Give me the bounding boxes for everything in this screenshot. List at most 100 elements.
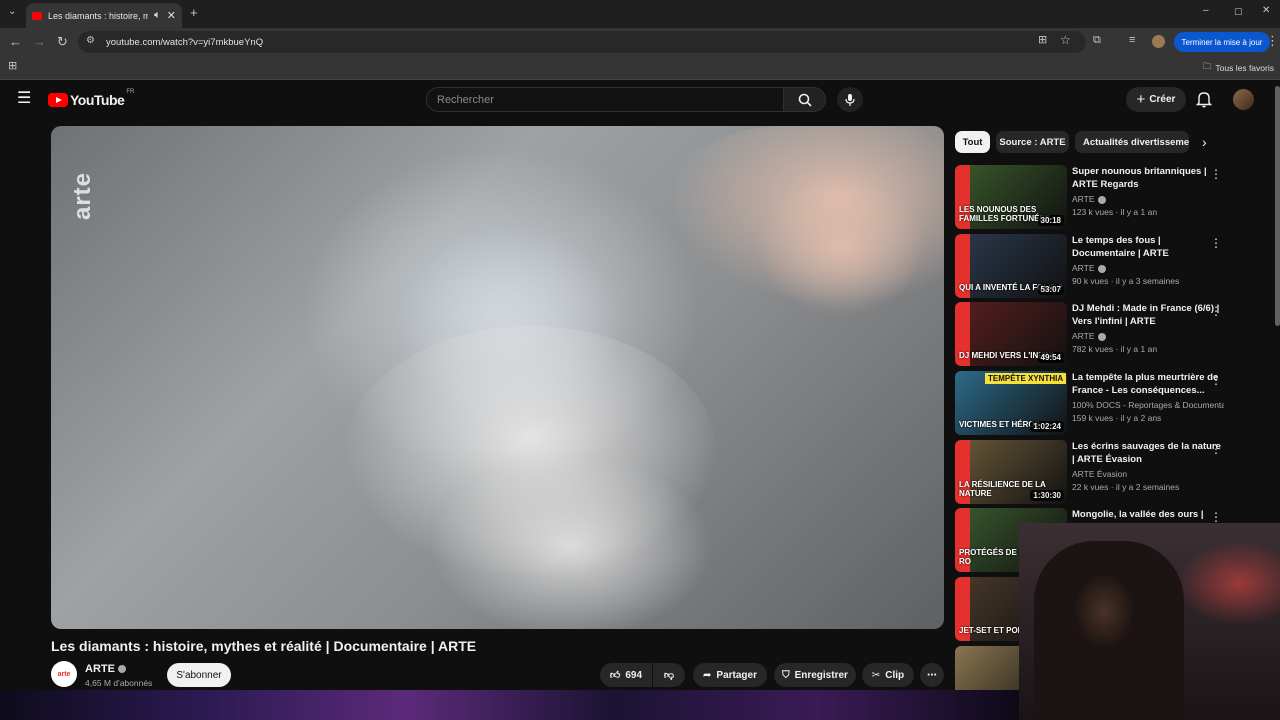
new-tab-icon[interactable]: + — [190, 6, 198, 19]
browser-tab[interactable]: Les diamants : histoire, mythes et réali… — [26, 3, 182, 28]
rec-thumbnail[interactable]: Les nounous des familles fortunées 30:18 — [955, 165, 1067, 229]
rec-channel[interactable]: ARTE — [1072, 263, 1224, 273]
rec-channel[interactable]: ARTE — [1072, 194, 1224, 204]
extensions-icon[interactable]: ⧉ — [1093, 35, 1101, 46]
site-info-icon[interactable]: ⚙︎ — [86, 36, 95, 46]
plus-icon: + — [1136, 91, 1146, 108]
chip-source-arte[interactable]: Source : ARTE — [996, 131, 1069, 153]
tab-audio-icon[interactable]: 🔈︎ — [154, 9, 161, 22]
more-vertical-icon[interactable]: ⋮ — [1210, 167, 1222, 181]
more-vertical-icon[interactable]: ⋮ — [1210, 442, 1222, 456]
address-bar[interactable]: youtube.com/watch?v=yi7mkbueYnQ — [78, 31, 1086, 53]
profile-avatar[interactable] — [1152, 35, 1165, 48]
create-button[interactable]: + Créer — [1126, 87, 1186, 112]
rec-channel-text: ARTE — [1072, 194, 1095, 204]
rec-title[interactable]: Les écrins sauvages de la nature | ARTE … — [1072, 440, 1224, 466]
rec-title[interactable]: Le temps des fous | Documentaire | ARTE — [1072, 234, 1224, 260]
share-button[interactable]: ➦ Partager — [693, 663, 767, 687]
more-actions-button[interactable]: ⋯ — [920, 663, 944, 687]
rec-info[interactable]: Super nounous britanniques | ARTE Regard… — [1072, 165, 1224, 217]
clip-button[interactable]: ✂ Clip — [862, 663, 914, 687]
rec-title[interactable]: Super nounous britanniques | ARTE Regard… — [1072, 165, 1224, 191]
scissors-icon: ✂ — [871, 669, 881, 681]
bookmark-star-icon[interactable]: ☆ — [1060, 34, 1071, 46]
chevron-right-icon[interactable]: › — [1202, 135, 1207, 149]
verified-icon — [1097, 195, 1106, 204]
rec-title[interactable]: La tempête la plus meurtrière de France … — [1072, 371, 1224, 397]
minimize-icon[interactable]: – — [1203, 6, 1209, 16]
more-vertical-icon[interactable]: ⋮ — [1210, 304, 1222, 318]
rec-thumbnail[interactable]: Tempête Xynthia Victimes et héros 1:02:24 — [955, 371, 1067, 435]
rec-duration: 1:02:24 — [1030, 421, 1064, 432]
search-input[interactable]: Rechercher — [426, 87, 784, 112]
verified-icon — [1097, 332, 1106, 341]
back-icon[interactable]: ← — [9, 35, 22, 48]
reload-icon[interactable]: ↻ — [57, 35, 68, 48]
install-app-icon[interactable]: ⊞ — [1038, 35, 1047, 46]
rec-meta: 123 k vues · il y a 1 an — [1072, 207, 1158, 217]
rec-channel-text: ARTE — [1072, 263, 1095, 273]
tab-search-icon[interactable]: ⌄ — [8, 7, 16, 17]
rec-title[interactable]: DJ Mehdi : Made in France (6/6) | Vers l… — [1072, 302, 1224, 328]
channel-avatar[interactable]: arte — [51, 661, 77, 687]
youtube-logo[interactable]: YouTube FR — [48, 89, 135, 108]
recommendation-item[interactable]: DJ Mehdi vers l'infini 49:54 DJ Mehdi : Ma… — [955, 302, 1225, 366]
close-window-icon[interactable]: ✕ — [1262, 6, 1270, 16]
chip-news-entertainment[interactable]: Actualités divertissement — [1075, 131, 1189, 153]
all-bookmarks[interactable]: 🗀︎ Tous les favoris — [1203, 61, 1274, 75]
user-avatar[interactable] — [1233, 89, 1254, 110]
create-label: Créer — [1149, 94, 1176, 105]
like-button[interactable]: 👍︎ 694 — [600, 663, 652, 687]
rec-top-caption: Tempête Xynthia — [985, 373, 1067, 384]
apps-grid-icon[interactable]: ⊞ — [8, 61, 17, 72]
dislike-button[interactable]: 👎︎ — [653, 663, 685, 687]
rec-duration: 1:30:30 — [1030, 490, 1064, 501]
rec-meta: 782 k vues · il y a 1 an — [1072, 344, 1158, 354]
recommendation-item[interactable]: La résilience de la nature 1:30:30 Les écr… — [955, 440, 1225, 504]
channel-name[interactable]: ARTE — [85, 663, 126, 675]
media-control-icon[interactable]: ≡ — [1129, 35, 1135, 46]
bookmark-icon: ⛉ — [782, 669, 790, 681]
rec-thumbnail[interactable]: Qui a inventé la folie ? 53:07 — [955, 234, 1067, 298]
rec-info[interactable]: La tempête la plus meurtrière de France … — [1072, 371, 1224, 423]
browser-menu-icon[interactable]: ⋮ — [1266, 34, 1279, 47]
country-code: FR — [126, 89, 135, 95]
subscribe-button[interactable]: S'abonner — [167, 663, 231, 687]
maximize-icon[interactable]: ▢ — [1234, 7, 1243, 16]
video-title: Les diamants : histoire, mythes et réali… — [51, 638, 477, 654]
search-placeholder: Rechercher — [437, 93, 494, 106]
background-desk-strip — [0, 690, 1019, 720]
search-button[interactable] — [784, 87, 826, 112]
more-vertical-icon[interactable]: ⋮ — [1210, 510, 1222, 524]
forward-icon[interactable]: → — [33, 35, 46, 48]
recommendation-item[interactable]: Tempête Xynthia Victimes et héros 1:02:24 L… — [955, 371, 1225, 435]
rec-channel[interactable]: ARTE Évasion — [1072, 469, 1224, 479]
save-label: Enregistrer — [794, 669, 848, 681]
verified-icon — [117, 665, 126, 674]
video-player[interactable]: arte — [51, 126, 944, 629]
tab-close-icon[interactable]: ✕ — [167, 9, 176, 22]
hamburger-menu-icon[interactable]: ☰ — [17, 91, 31, 107]
rec-channel-text: ARTE — [1072, 331, 1095, 341]
page-scrollbar[interactable] — [1275, 86, 1280, 326]
rec-thumbnail[interactable]: La résilience de la nature 1:30:30 — [955, 440, 1067, 504]
rec-info[interactable]: Les écrins sauvages de la nature | ARTE … — [1072, 440, 1224, 492]
rec-info[interactable]: Le temps des fous | Documentaire | ARTE A… — [1072, 234, 1224, 286]
more-vertical-icon[interactable]: ⋮ — [1210, 373, 1222, 387]
rec-title[interactable]: Mongolie, la vallée des ours | — [1072, 508, 1224, 521]
update-button[interactable]: Terminer la mise à jour — [1174, 32, 1270, 52]
rec-thumbnail[interactable]: DJ Mehdi vers l'infini 49:54 — [955, 302, 1067, 366]
voice-search-button[interactable] — [837, 87, 863, 112]
more-vertical-icon[interactable]: ⋮ — [1210, 236, 1222, 250]
tab-title: Les diamants : histoire, mythes et réali… — [48, 10, 149, 21]
notifications-bell-icon[interactable] — [1196, 91, 1212, 108]
microphone-icon — [845, 93, 855, 106]
chip-all[interactable]: Tout — [955, 131, 990, 153]
rec-channel[interactable]: ARTE — [1072, 331, 1224, 341]
recommendation-item[interactable]: Qui a inventé la folie ? 53:07 Le temps de… — [955, 234, 1225, 298]
save-button[interactable]: ⛉ Enregistrer — [774, 663, 856, 687]
recommendation-item[interactable]: Les nounous des familles fortunées 30:18 S… — [955, 165, 1225, 229]
rec-info[interactable]: Mongolie, la vallée des ours | — [1072, 508, 1224, 521]
rec-info[interactable]: DJ Mehdi : Made in France (6/6) | Vers l… — [1072, 302, 1224, 354]
rec-channel[interactable]: 100% DOCS - Reportages & Documentair... — [1072, 400, 1224, 410]
